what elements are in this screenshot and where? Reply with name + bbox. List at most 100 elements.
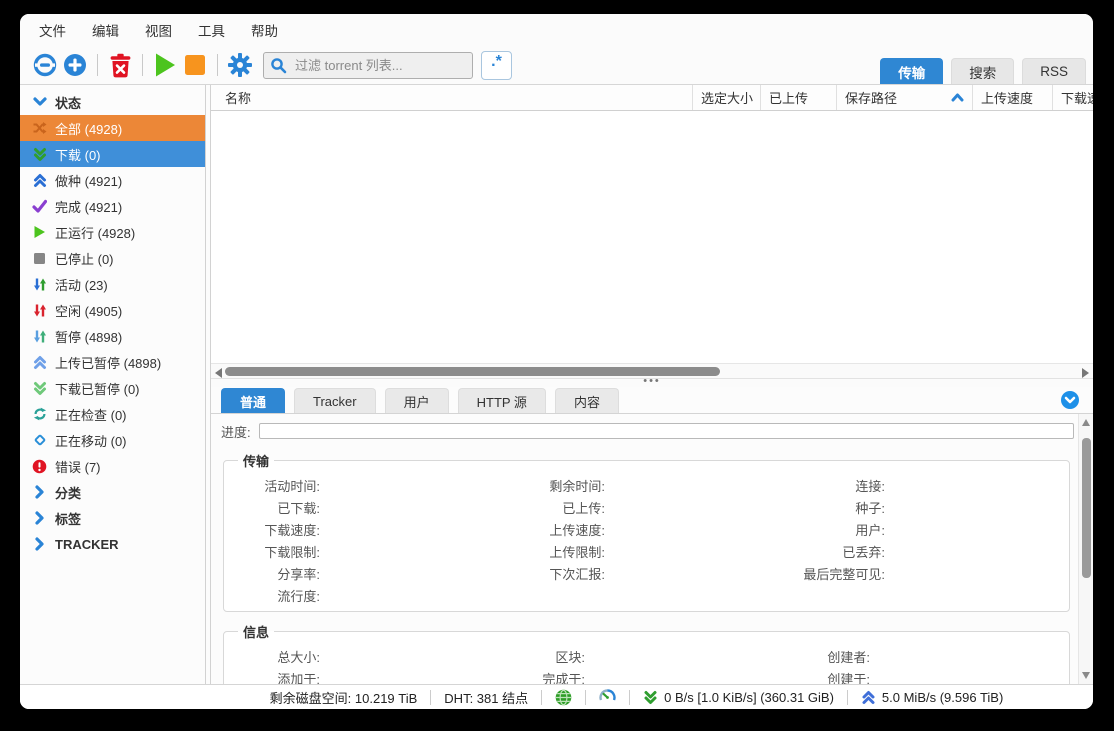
main-area: 状态 全部 (4928) 下载 (0) 做种 (4921) <box>20 84 1093 684</box>
globe-icon <box>555 689 572 706</box>
sidebar-item-download-paused[interactable]: 下载已暂停 (0) <box>20 375 205 401</box>
column-header-uploaded[interactable]: 已上传 <box>761 85 837 110</box>
sidebar-header-status[interactable]: 状态 <box>20 89 205 115</box>
detail-panel: 普通 Tracker 用户 HTTP 源 内容 进度: <box>211 387 1093 684</box>
chevron-right-icon <box>31 485 48 500</box>
sidebar-item-checking[interactable]: 正在检查 (0) <box>20 401 205 427</box>
download-speed-status[interactable]: 0 B/s [1.0 KiB/s] (360.31 GiB) <box>643 690 834 705</box>
column-header-selected-size[interactable]: 选定大小 <box>693 85 761 110</box>
upload-speed-status[interactable]: 5.0 MiB/s (9.596 TiB) <box>861 690 1003 705</box>
tab-trackers[interactable]: Tracker <box>294 388 376 413</box>
regex-toggle-button[interactable]: .* <box>481 51 512 80</box>
updown-arrows-light-icon <box>31 329 48 344</box>
alt-speed-toggle[interactable] <box>599 689 616 706</box>
field-value <box>605 586 685 603</box>
scrollbar-thumb[interactable] <box>225 367 720 376</box>
horizontal-scrollbar[interactable] <box>211 363 1093 378</box>
statusbar-separator <box>629 690 630 705</box>
panel-splitter[interactable]: ••• <box>211 378 1093 387</box>
scroll-down-arrow[interactable] <box>1082 672 1090 679</box>
dht-nodes-label: DHT: 381 结点 <box>444 688 528 707</box>
sidebar-item-all[interactable]: 全部 (4928) <box>20 115 205 141</box>
add-torrent-button[interactable] <box>60 50 90 80</box>
scroll-right-arrow[interactable] <box>1082 368 1089 378</box>
free-disk-space: 剩余磁盘空间: 10.219 TiB <box>270 688 418 707</box>
scroll-up-arrow[interactable] <box>1082 419 1090 426</box>
field-value <box>605 498 685 515</box>
sidebar-item-stopped[interactable]: 已停止 (0) <box>20 245 205 271</box>
delete-button[interactable] <box>105 50 135 80</box>
field-label <box>485 586 605 603</box>
tab-http-sources[interactable]: HTTP 源 <box>458 388 546 413</box>
sidebar-item-errored[interactable]: 错误 (7) <box>20 453 205 479</box>
sort-ascending-icon <box>951 92 964 103</box>
sidebar-item-label: 空闲 (4905) <box>55 301 122 320</box>
field-value <box>320 647 465 664</box>
menu-edit[interactable]: 编辑 <box>79 15 132 45</box>
column-header-save-path[interactable]: 保存路径 <box>837 85 973 110</box>
field-label: 创建者: <box>670 647 870 664</box>
field-label: 活动时间: <box>232 476 320 493</box>
sidebar-item-seeding[interactable]: 做种 (4921) <box>20 167 205 193</box>
resume-button[interactable] <box>150 50 180 80</box>
menu-help[interactable]: 帮助 <box>238 15 291 45</box>
torrent-table-header: 名称 选定大小 已上传 保存路径 上传速度 下载速度 <box>211 85 1093 111</box>
resume-play-icon <box>153 52 177 78</box>
scroll-left-arrow[interactable] <box>215 368 222 378</box>
stop-button[interactable] <box>180 50 210 80</box>
sidebar-item-label: 下载 (0) <box>55 145 101 164</box>
sidebar-group-categories[interactable]: 分类 <box>20 479 205 505</box>
field-value <box>585 647 670 664</box>
field-value <box>885 476 1061 493</box>
tab-peers[interactable]: 用户 <box>385 388 449 413</box>
menu-file[interactable]: 文件 <box>26 15 79 45</box>
information-section-title: 信息 <box>238 622 274 641</box>
transfer-section: 传输 活动时间: 剩余时间: 连接: 已下载: 已上传: 种子: 下载速度: 上… <box>223 451 1070 612</box>
sidebar-item-paused[interactable]: 暂停 (4898) <box>20 323 205 349</box>
column-header-download-speed[interactable]: 下载速度 <box>1053 85 1093 110</box>
scrollbar-thumb[interactable] <box>1082 438 1091 578</box>
menu-tools[interactable]: 工具 <box>185 15 238 45</box>
statusbar-separator <box>541 690 542 705</box>
tab-search[interactable]: 搜索 <box>951 58 1014 84</box>
toolbar-separator <box>217 54 218 76</box>
double-chevron-down-icon <box>31 147 48 162</box>
progress-bar <box>259 423 1074 439</box>
field-label: 种子: <box>685 498 885 515</box>
field-label: 已丢弃: <box>685 542 885 559</box>
sidebar-item-downloading[interactable]: 下载 (0) <box>20 141 205 167</box>
connection-status[interactable] <box>555 689 572 706</box>
vertical-scrollbar[interactable] <box>1078 414 1093 684</box>
sidebar-item-active[interactable]: 活动 (23) <box>20 271 205 297</box>
field-label: 下载限制: <box>232 542 320 559</box>
updown-arrows-icon <box>31 277 48 292</box>
chevron-down-circle-icon <box>1064 396 1076 405</box>
sidebar-item-upload-paused[interactable]: 上传已暂停 (4898) <box>20 349 205 375</box>
information-section: 信息 总大小: 区块: 创建者: 添加于: 完成于: 创建于: <box>223 622 1070 684</box>
add-link-button[interactable] <box>30 50 60 80</box>
tab-content[interactable]: 内容 <box>555 388 619 413</box>
sidebar-group-tags[interactable]: 标签 <box>20 505 205 531</box>
sidebar-item-inactive[interactable]: 空闲 (4905) <box>20 297 205 323</box>
general-tab-content: 进度: 传输 活动时间: 剩余时间: 连接: 已下载: 已上传: <box>211 414 1078 684</box>
sidebar-item-moving[interactable]: 正在移动 (0) <box>20 427 205 453</box>
tab-rss[interactable]: RSS <box>1022 58 1086 84</box>
filter-input[interactable] <box>263 52 473 79</box>
column-header-upload-speed[interactable]: 上传速度 <box>973 85 1053 110</box>
field-label: 完成于: <box>465 669 585 684</box>
options-button[interactable] <box>225 50 255 80</box>
field-label: 下载速度: <box>232 520 320 537</box>
torrent-list-empty[interactable] <box>211 111 1093 363</box>
error-icon <box>31 459 48 474</box>
sidebar-item-running[interactable]: 正运行 (4928) <box>20 219 205 245</box>
sidebar-group-trackers[interactable]: TRACKER <box>20 531 205 557</box>
play-icon <box>31 225 48 240</box>
column-header-name[interactable]: 名称 <box>211 85 693 110</box>
tab-general[interactable]: 普通 <box>221 388 285 413</box>
collapse-panel-button[interactable] <box>1061 391 1079 409</box>
sidebar-item-completed[interactable]: 完成 (4921) <box>20 193 205 219</box>
toolbar-separator <box>97 54 98 76</box>
menu-view[interactable]: 视图 <box>132 15 185 45</box>
sidebar-item-label: 正在检查 (0) <box>55 405 127 424</box>
tab-transfers[interactable]: 传输 <box>880 58 943 84</box>
